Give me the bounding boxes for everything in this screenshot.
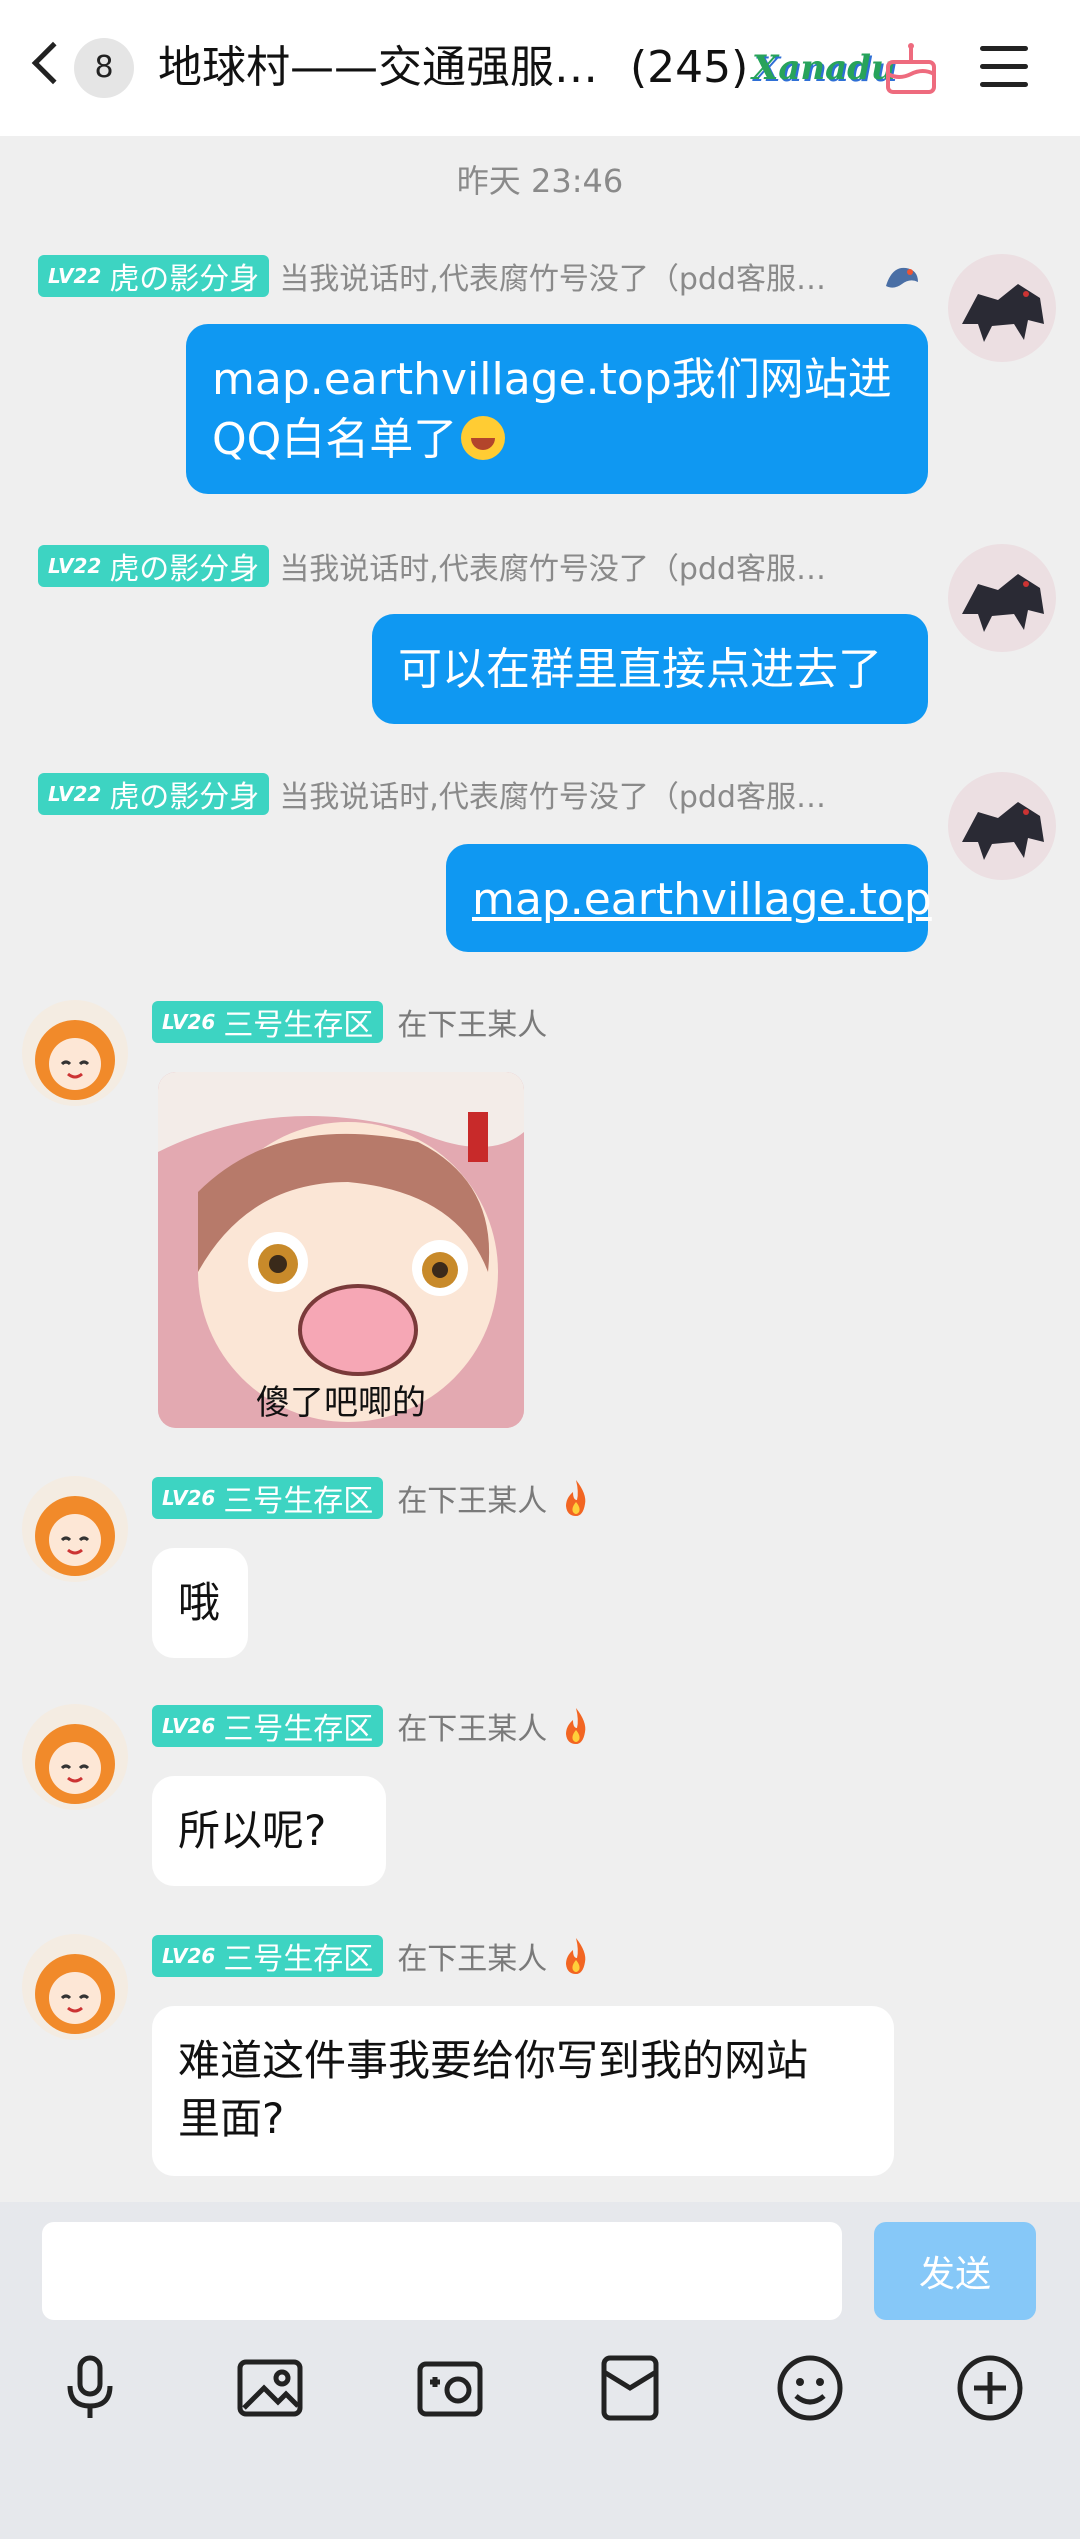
sticker-caption: 傻了吧唧的	[256, 1383, 426, 1423]
input-bar: 发送	[0, 2202, 1080, 2539]
level-badge: LV26 三号生存区	[152, 1001, 384, 1043]
sender-nickname: 当我说话时,代表腐竹号没了（pdd客服…	[279, 262, 826, 297]
chat-header: 8 地球村——交通强服… (245) Xanadu	[0, 0, 1080, 136]
member-count[interactable]: (245)	[630, 36, 750, 100]
message-text: 里面?	[178, 2094, 285, 2143]
cake-icon[interactable]	[884, 40, 938, 96]
send-button[interactable]: 发送	[874, 2222, 1036, 2320]
avatar[interactable]	[948, 772, 1056, 880]
sticker-image[interactable]: 傻了吧唧的	[158, 1072, 524, 1428]
message-text: 可以在群里直接点进去了	[398, 644, 882, 695]
message-bubble[interactable]: 哦	[152, 1548, 248, 1658]
microphone-icon[interactable]	[54, 2352, 126, 2424]
laughing-emoji-icon	[461, 416, 506, 460]
level-badge: LV26 三号生存区	[152, 1477, 384, 1519]
image-icon[interactable]	[234, 2352, 306, 2424]
message-bubble[interactable]: 所以呢?	[152, 1776, 386, 1886]
avatar[interactable]	[22, 1704, 128, 1810]
avatar[interactable]	[948, 254, 1056, 362]
avatar[interactable]	[948, 544, 1056, 652]
unread-badge: 8	[74, 38, 134, 98]
message-link[interactable]: map.earthvillage.top	[472, 874, 932, 925]
menu-icon[interactable]	[980, 46, 1028, 88]
fire-icon	[566, 1480, 586, 1516]
sender-nickname: 在下王某人	[397, 1484, 548, 1519]
back-button[interactable]: 8	[30, 38, 150, 100]
message-text: 所以呢?	[178, 1806, 327, 1855]
sender-meta: LV26 三号生存区 在下王某人	[152, 1704, 591, 1748]
message-timestamp: 昨天 23:46	[456, 162, 624, 200]
sender-meta: LV26 三号生存区 在下王某人	[152, 1934, 591, 1978]
level-badge: LV26 三号生存区	[152, 1935, 384, 1977]
message-bubble[interactable]: map.earthvillage.top	[446, 844, 932, 952]
sender-meta: LV22 虎の影分身 当我说话时,代表腐竹号没了（pdd客服…	[38, 772, 869, 816]
sender-nickname: 在下王某人	[397, 1712, 548, 1747]
fire-icon	[566, 1938, 586, 1974]
message-bubble[interactable]: 可以在群里直接点进去了	[372, 614, 928, 724]
sender-meta: LV22 虎の影分身 当我说话时,代表腐竹号没了（pdd客服…	[38, 544, 869, 588]
level-badge: LV22 虎の影分身	[38, 545, 270, 587]
plus-icon[interactable]	[954, 2352, 1026, 2424]
emoji-icon[interactable]	[774, 2352, 846, 2424]
chevron-left-icon	[31, 41, 75, 85]
avatar[interactable]	[22, 1000, 128, 1106]
sender-nickname: 当我说话时,代表腐竹号没了（pdd客服…	[279, 552, 826, 587]
sender-meta: LV26 三号生存区 在下王某人	[152, 1476, 591, 1520]
dragon-icon	[886, 267, 918, 288]
sender-meta: LV26 三号生存区 在下王某人	[152, 1000, 547, 1044]
avatar[interactable]	[22, 1934, 128, 2040]
group-title[interactable]: 地球村——交通强服…	[158, 36, 698, 100]
message-bubble[interactable]: 难道这件事我要给你写到我的网站 里面?	[152, 2006, 894, 2176]
message-input[interactable]	[42, 2222, 842, 2320]
message-bubble[interactable]: map.earthvillage.top我们网站进 QQ白名单了	[186, 324, 928, 494]
sender-nickname: 在下王某人	[397, 1942, 548, 1977]
message-text: QQ白名单了	[212, 414, 458, 465]
fire-icon	[566, 1708, 586, 1744]
level-badge: LV22 虎の影分身	[38, 255, 270, 297]
sender-nickname: 当我说话时,代表腐竹号没了（pdd客服…	[279, 780, 826, 815]
sender-meta: LV22 虎の影分身 当我说话时,代表腐竹号没了（pdd客服…	[38, 254, 869, 298]
red-packet-icon[interactable]	[594, 2352, 666, 2424]
message-text: 难道这件事我要给你写到我的网站	[178, 2036, 809, 2085]
level-badge: LV22 虎の影分身	[38, 773, 270, 815]
message-text: map.earthvillage.top我们网站进	[212, 354, 892, 405]
avatar[interactable]	[22, 1476, 128, 1582]
camera-icon[interactable]	[414, 2352, 486, 2424]
message-text: 哦	[178, 1578, 221, 1627]
sender-nickname: 在下王某人	[397, 1008, 548, 1043]
xanadu-logo[interactable]: Xanadu	[752, 44, 896, 92]
level-badge: LV26 三号生存区	[152, 1705, 384, 1747]
